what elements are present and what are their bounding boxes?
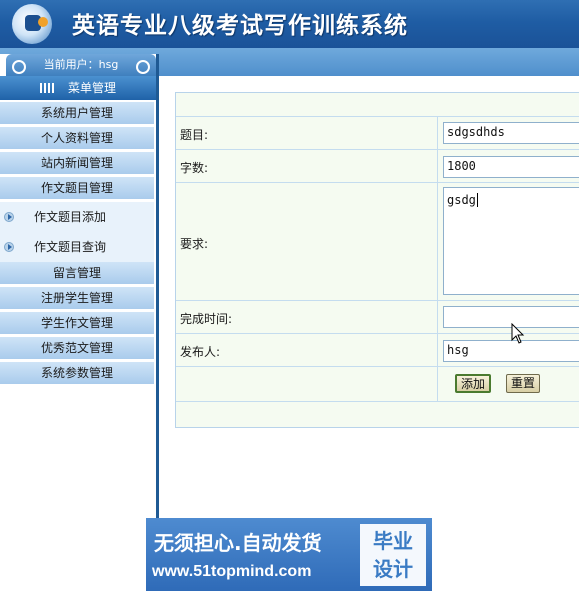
current-user-box: 当前用户：hsg [6, 54, 156, 76]
logo-icon [12, 4, 52, 44]
topic-form: 题目: sdgsdhds 字数: 1800 要求: gsdg 完成时间: 发布人… [175, 92, 579, 428]
sidebar-item-settings[interactable]: 系统参数管理 [0, 362, 154, 385]
words-input[interactable]: 1800 [443, 156, 579, 178]
sidebar-item-news[interactable]: 站内新闻管理 [0, 152, 154, 175]
sidebar-item-samples[interactable]: 优秀范文管理 [0, 337, 154, 360]
badge-line2: 设计 [373, 557, 413, 581]
banner-badge: 毕业 设计 [360, 524, 426, 586]
add-button[interactable]: 添加 [455, 374, 492, 393]
banner-url: www.51topmind.com [152, 563, 312, 580]
arrow-right-icon [4, 242, 14, 252]
requirement-textarea[interactable]: gsdg [443, 187, 579, 295]
promo-banner[interactable]: 无须担心.自动发货 www.51topmind.com 毕业 设计 [146, 518, 432, 591]
requirement-label: 要求: [180, 237, 209, 251]
sidebar-item-essays[interactable]: 学生作文管理 [0, 312, 154, 335]
sidebar-item-students[interactable]: 注册学生管理 [0, 287, 154, 310]
reset-button[interactable]: 重置 [506, 374, 541, 393]
app-header: 英语专业八级考试写作训练系统 [0, 0, 579, 48]
menu-header[interactable]: 菜单管理 [0, 76, 156, 100]
words-label: 字数: [180, 161, 209, 175]
form-row-title: 题目: sdgsdhds [176, 116, 579, 150]
publisher-label: 发布人: [180, 345, 221, 359]
banner-slogan: 无须担心.自动发货 [154, 531, 322, 555]
app-title: 英语专业八级考试写作训练系统 [72, 12, 408, 39]
grid-icon [39, 83, 54, 93]
mouse-cursor-icon [511, 323, 525, 344]
title-input[interactable]: sdgsdhds [443, 122, 579, 144]
form-row-words: 字数: 1800 [176, 149, 579, 183]
sidebar-item-system-users[interactable]: 系统用户管理 [0, 102, 154, 125]
sidebar-item-profile[interactable]: 个人资料管理 [0, 127, 154, 150]
sidebar-item-messages[interactable]: 留言管理 [0, 262, 154, 285]
ring-icon [136, 60, 150, 74]
sidebar-subitem-query-topic[interactable]: 作文题目查询 [0, 232, 154, 262]
current-user-label: 当前用户：hsg [43, 58, 119, 71]
sidebar-subitem-label: 作文题目查询 [34, 240, 107, 254]
menu-header-label: 菜单管理 [67, 81, 116, 95]
title-label: 题目: [180, 128, 209, 142]
arrow-right-icon [4, 212, 14, 222]
deadline-label: 完成时间: [180, 312, 233, 326]
form-footer-row [176, 401, 579, 428]
badge-line1: 毕业 [373, 529, 413, 553]
sidebar-subitem-label: 作文题目添加 [34, 210, 107, 224]
form-row-actions: 添加 重置 [176, 366, 579, 402]
ring-icon [12, 60, 26, 74]
form-row-requirement: 要求: gsdg [176, 182, 579, 301]
sidebar: 当前用户：hsg 菜单管理 系统用户管理 个人资料管理 站内新闻管理 作文题目管… [0, 54, 159, 591]
sidebar-item-topics[interactable]: 作文题目管理 [0, 177, 154, 200]
sidebar-subitem-add-topic[interactable]: 作文题目添加 [0, 202, 154, 232]
requirement-text: gsdg [447, 193, 476, 207]
